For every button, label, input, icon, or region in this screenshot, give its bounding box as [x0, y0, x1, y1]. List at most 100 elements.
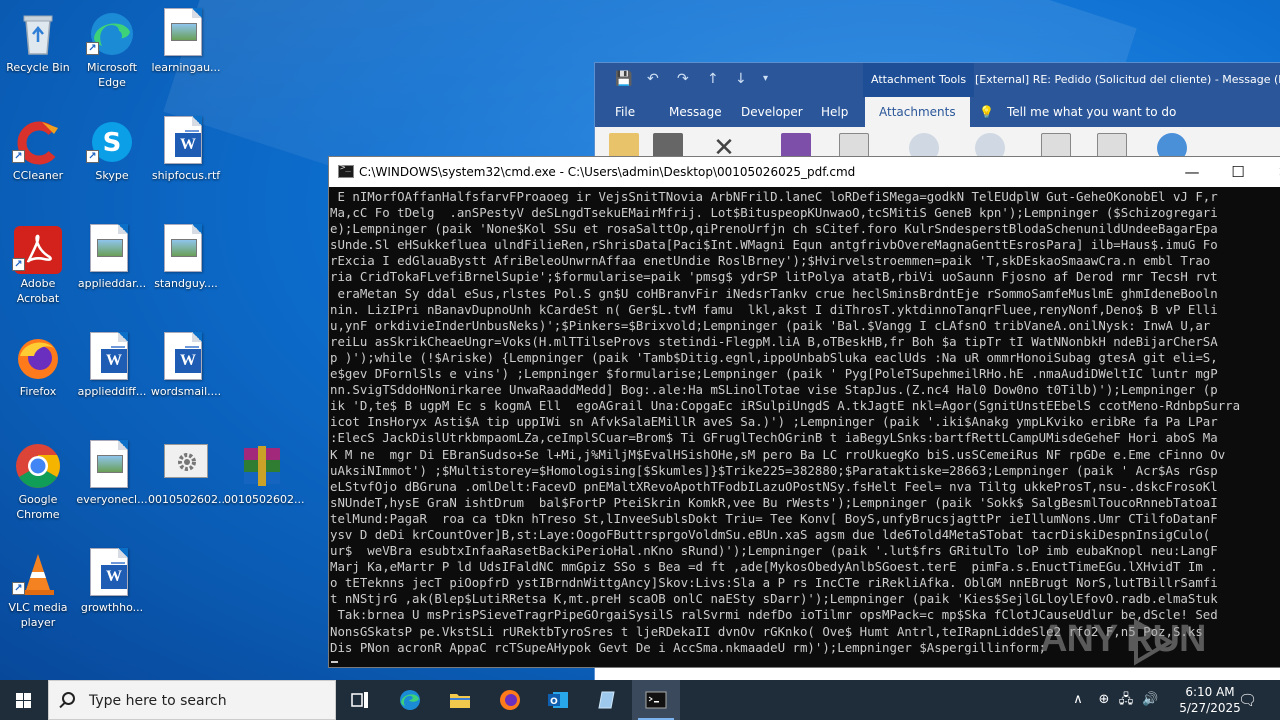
desktop-icon-everyonecl[interactable]: everyonecl... — [74, 436, 150, 536]
console-line: eLStvfOjo dBGruna .omlDelt:FacevD pnEMal… — [330, 478, 1218, 494]
volume-icon[interactable]: 🔊 — [1142, 692, 1158, 708]
desktop-icon-label: CCleaner — [12, 169, 64, 182]
desktop-icon-firefox[interactable]: Firefox — [0, 328, 76, 428]
desktop-icon-rar-archive[interactable]: 0010502602... — [224, 436, 305, 536]
taskbar-cmd[interactable] — [632, 680, 680, 720]
console-line: K M ne mgr Di EBranSudso+Se l+Mi,j%MiljM… — [330, 446, 1226, 462]
desktop-icon-google-chrome[interactable]: Google Chrome — [0, 436, 76, 536]
svg-text:O: O — [550, 697, 558, 707]
image-file-icon — [164, 224, 202, 272]
google-chrome-icon — [16, 444, 60, 488]
cmd-console-output[interactable]: E nIMorfOAffanHalfsfarvFProaoeg ir VejsS… — [329, 187, 1280, 667]
maximize-button[interactable]: ☐ — [1215, 157, 1261, 187]
svg-text:S: S — [103, 128, 122, 158]
desktop-icon-standguy[interactable]: standguy.... — [148, 220, 224, 320]
desktop-icon-label: Recycle Bin — [6, 61, 70, 74]
tab-file[interactable]: File — [615, 97, 635, 127]
console-line: Marj Ka,eMartr P ld UdsIFaldNC mmGpiz SS… — [330, 559, 1218, 575]
desktop-icon-wordsmail[interactable]: W wordsmail.... — [148, 328, 224, 428]
desktop-icon-label: Google Chrome — [16, 493, 60, 521]
console-line: sUnde.Sl eHSukkefluea ulndFilieRen,rShri… — [330, 237, 1218, 253]
console-line: ysv D deDi krCountOver]B,st:Laye:OogoFBu… — [330, 526, 1211, 542]
windows-logo-icon — [16, 693, 31, 708]
taskbar-edge[interactable] — [386, 680, 434, 720]
shortcut-arrow-icon: ↗ — [86, 42, 99, 55]
desktop-icon-recycle-bin[interactable]: Recycle Bin — [0, 4, 76, 104]
shortcut-arrow-icon: ↗ — [12, 582, 25, 595]
tab-message[interactable]: Message — [669, 97, 722, 127]
taskbar-notepad[interactable] — [584, 680, 632, 720]
start-button[interactable] — [0, 680, 48, 720]
show-hidden-icons-chevron[interactable]: ∧ — [1070, 692, 1086, 708]
network-icon[interactable]: 🖧 — [1118, 692, 1134, 708]
desktop-icon-shipfocus[interactable]: W shipfocus.rtf — [148, 112, 224, 212]
cmd-window[interactable]: C:\WINDOWS\system32\cmd.exe - C:\Users\a… — [328, 156, 1280, 668]
shortcut-arrow-icon: ↗ — [12, 258, 25, 271]
winrar-archive-icon — [244, 446, 280, 486]
minimize-button[interactable]: — — [1169, 157, 1215, 187]
close-button[interactable]: ✕ — [1261, 157, 1280, 187]
desktop-icon-label: standguy.... — [154, 277, 218, 290]
console-line: rExcia I edGlauaBystt AfriBeleoUnwrnAffa… — [330, 253, 1211, 269]
desktop-icon-label: Skype — [95, 169, 129, 182]
taskbar-outlook[interactable]: O — [534, 680, 582, 720]
tab-developer[interactable]: Developer — [741, 97, 803, 127]
cmd-title-bar[interactable]: C:\WINDOWS\system32\cmd.exe - C:\Users\a… — [329, 157, 1280, 187]
save-icon[interactable]: 💾 — [615, 71, 632, 87]
security-icon[interactable]: ⊕ — [1096, 692, 1112, 708]
taskbar-firefox[interactable] — [486, 680, 534, 720]
desktop-icon-label: wordsmail.... — [150, 385, 222, 398]
undo-icon[interactable]: ↶ — [647, 71, 659, 87]
outlook-title-bar: 💾 ↶ ↷ ↑ ↓ ▾ Attachment Tools [External] … — [595, 63, 1280, 97]
console-line: icot InsHoryx Asti$A tip uppIWi sn AfvkS… — [330, 414, 1218, 430]
shortcut-arrow-icon: ↗ — [12, 150, 25, 163]
word-document-icon: W — [164, 332, 202, 380]
desktop-icon-label: growthho... — [80, 601, 144, 614]
firefox-icon — [18, 339, 58, 379]
redo-icon[interactable]: ↷ — [677, 71, 689, 87]
down-arrow-icon[interactable]: ↓ — [735, 71, 747, 87]
notifications-icon[interactable]: 🗨 — [1238, 692, 1257, 708]
watermark-text: ANY RUN — [1040, 618, 1206, 660]
console-line: e);Lempninger (paik 'None$Kol SSu et ros… — [330, 221, 1218, 237]
console-line: uAksiNImmot') ;$Multistorey=$Homologisin… — [330, 462, 1218, 478]
desktop-icon-label: applieddiff... — [77, 385, 147, 398]
console-line: o tETeknns jecT piOopfrD ystIBrndnWittgA… — [330, 575, 1218, 591]
console-line: p )');while (!$Ariske) {Lempninger (paik… — [330, 349, 1218, 365]
anyrun-watermark: ANY RUN — [1040, 616, 1240, 666]
desktop-icon-learningau[interactable]: learningau... — [148, 4, 224, 104]
up-arrow-icon[interactable]: ↑ — [707, 71, 719, 87]
ribbon-tabs: File Message Developer Help Attachments … — [595, 97, 1280, 127]
taskbar-search-box[interactable]: Type here to search — [48, 680, 336, 720]
desktop-icon-skype[interactable]: S ↗ Skype — [74, 112, 150, 212]
desktop-icon-label: 0010502602... — [148, 493, 229, 506]
desktop-icon-applieddar[interactable]: applieddar... — [74, 220, 150, 320]
task-view-button[interactable] — [336, 680, 384, 720]
customize-toolbar-icon[interactable]: ▾ — [763, 73, 768, 84]
desktop-icon-growthho[interactable]: W growthho... — [74, 544, 150, 644]
desktop-icon-label: learningau... — [151, 61, 221, 74]
cmd-icon — [338, 163, 354, 178]
desktop-icon-applieddiff[interactable]: W applieddiff... — [74, 328, 150, 428]
cmd-icon — [645, 691, 667, 709]
desktop-icon-vlc[interactable]: ↗ VLC media player — [0, 544, 76, 644]
console-line: sNUndeT,hysE GraN ishtDrum bal$FortP Pte… — [330, 494, 1218, 510]
tab-help[interactable]: Help — [821, 97, 848, 127]
notepad-icon — [598, 691, 615, 709]
microsoft-edge-icon — [400, 690, 420, 710]
console-line: ur$ weVBra esubtxInfaaRasetBackiPerioHal… — [330, 543, 1218, 559]
image-file-icon — [90, 224, 128, 272]
tell-me-search[interactable]: Tell me what you want to do — [1007, 97, 1176, 127]
taskbar: Type here to search O ∧ ⊕ 🖧 🔊 6:10 AM 5/… — [0, 680, 1280, 720]
desktop-icon-adobe-acrobat[interactable]: ↗ Adobe Acrobat — [0, 220, 76, 320]
tab-attachments[interactable]: Attachments — [865, 97, 970, 127]
desktop-icon-label: 0010502602... — [224, 493, 305, 506]
desktop-icon-microsoft-edge[interactable]: ↗ Microsoft Edge — [74, 4, 150, 104]
desktop-icon-cmd-file[interactable]: 0010502602... — [148, 436, 229, 536]
desktop-icon-label: Microsoft Edge — [86, 61, 138, 89]
gear-file-icon — [164, 444, 208, 478]
desktop-icon-ccleaner[interactable]: ↗ CCleaner — [0, 112, 76, 212]
taskbar-file-explorer[interactable] — [436, 680, 484, 720]
outlook-window-title: [External] RE: Pedido (Solicitud del cli… — [975, 73, 1280, 86]
console-line: nin. LizIPri nBanavDupnoUnh kCardeSt n( … — [330, 301, 1218, 317]
